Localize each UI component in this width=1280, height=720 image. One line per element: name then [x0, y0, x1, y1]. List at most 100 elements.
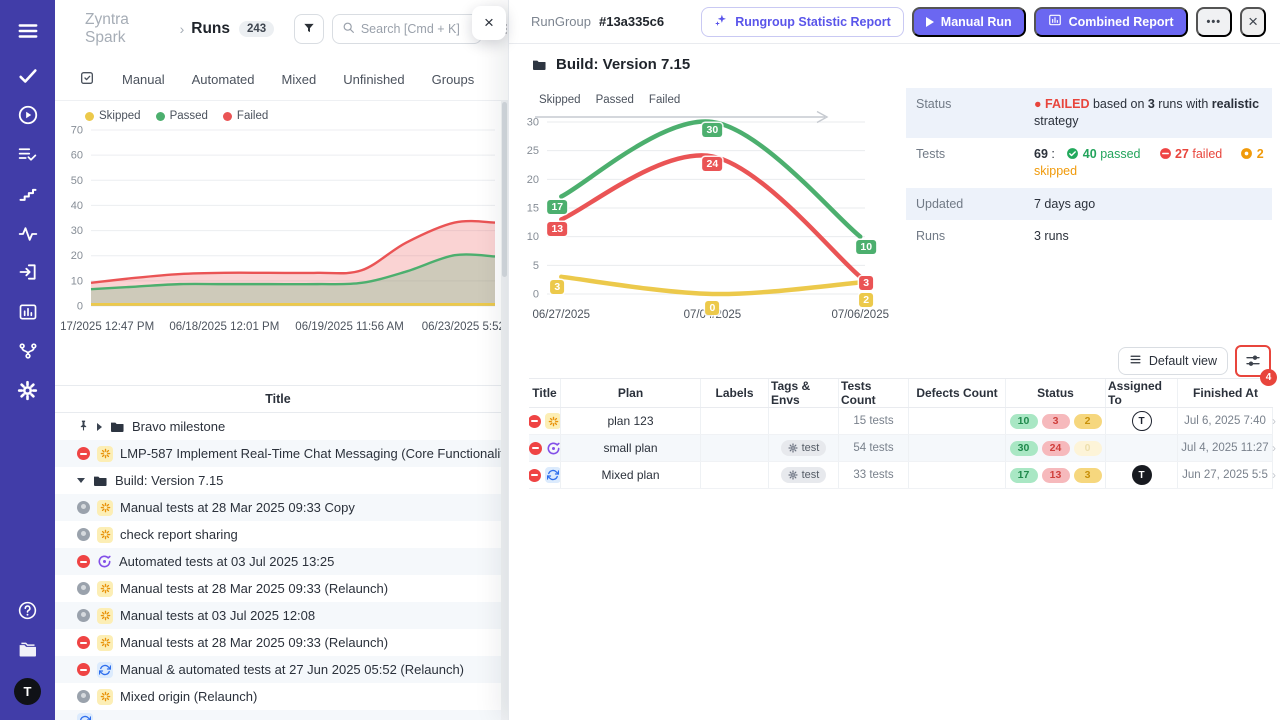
sidebar-item-help[interactable] [10, 596, 46, 630]
breadcrumb-project[interactable]: Zyntra Spark [85, 11, 173, 47]
sidebar-item-reports[interactable] [10, 297, 46, 331]
select-all-icon[interactable] [79, 70, 95, 89]
statistic-report-button[interactable]: Rungroup Statistic Report [701, 7, 904, 37]
column-header[interactable]: Assigned To [1106, 379, 1178, 407]
run-list-item[interactable]: Bravo milestone [55, 413, 501, 440]
default-view-button[interactable]: Default view [1118, 347, 1228, 375]
mixed-run-icon [77, 713, 93, 720]
column-header[interactable]: Finished At [1178, 379, 1273, 407]
tags-cell: test [769, 435, 839, 461]
run-list-item[interactable]: Manual tests at 28 Mar 2025 09:33 (Relau… [55, 629, 501, 656]
sidebar-item-steps[interactable] [10, 179, 46, 213]
manual-run-button[interactable]: Manual Run [912, 7, 1026, 37]
sidebar-item-runs-check[interactable] [10, 61, 46, 95]
tab-automated[interactable]: Automated [192, 72, 255, 87]
status-cell: 1032 [1006, 408, 1106, 434]
plan-name: Mixed plan [601, 468, 659, 482]
failed-status-icon [529, 469, 541, 482]
svg-text:25: 25 [527, 145, 539, 157]
sidebar-item-settings[interactable] [10, 376, 46, 410]
scrollbar-track[interactable] [501, 100, 508, 720]
point-label: 17 [547, 200, 567, 214]
sidebar-item-sign-in[interactable] [10, 257, 46, 291]
legend-item[interactable]: Failed [223, 110, 268, 122]
run-list-item[interactable]: Automated tests at 03 Jul 2025 13:25 [55, 548, 501, 575]
tag-badge[interactable]: test [781, 467, 827, 483]
run-list-item[interactable]: Manual tests at 03 Jul 2025 12:08 [55, 602, 501, 629]
folder-icon [109, 419, 125, 435]
point-label: 10 [856, 240, 876, 254]
failed-status-icon [529, 415, 541, 428]
point-label: 2 [859, 293, 873, 307]
assignee-avatar[interactable]: T [1132, 465, 1152, 485]
drawer-close-button[interactable]: × [472, 6, 506, 40]
neutral-status-icon [77, 690, 90, 703]
mixed-run-icon [97, 662, 113, 678]
run-list-item[interactable]: Build: Version 7.15 [55, 467, 501, 494]
close-drawer-icon[interactable]: × [1240, 7, 1266, 37]
status-pill: 10 [1010, 414, 1038, 429]
legend-item[interactable]: Passed [596, 94, 634, 106]
info-text: 3 [1148, 97, 1155, 111]
table-row[interactable]: small plantest54 tests30240Jul 4, 2025 1… [529, 435, 1273, 462]
column-header[interactable]: Labels [701, 379, 769, 407]
filter-button[interactable] [294, 14, 324, 44]
tag-badge[interactable]: test [781, 440, 827, 456]
svg-text:20: 20 [71, 250, 83, 262]
tab-unfinished[interactable]: Unfinished [343, 72, 404, 87]
search-placeholder: Search [Cmd + K] [361, 22, 460, 36]
column-header[interactable]: Title [529, 379, 561, 407]
sidebar-item-branches[interactable] [10, 336, 46, 370]
status-pill: 30 [1010, 441, 1038, 456]
tab-mixed[interactable]: Mixed [282, 72, 317, 87]
neutral-status-icon [77, 582, 90, 595]
column-settings-button[interactable]: 4 [1238, 347, 1268, 375]
sidebar: T [0, 0, 55, 720]
legend-item[interactable]: Skipped [539, 94, 581, 106]
sidebar-item-play-circle[interactable] [10, 100, 46, 134]
row-chevron-icon[interactable]: › [1272, 468, 1276, 482]
row-chevron-icon[interactable]: › [1272, 441, 1276, 455]
assignee-avatar[interactable]: T [1132, 411, 1152, 431]
run-list-item[interactable]: Manual & automated tests at 27 Jun 2025 … [55, 656, 501, 683]
status-pill: 3 [1074, 468, 1102, 483]
breadcrumb-separator: › [180, 21, 185, 37]
info-value: 7 days ago [1034, 196, 1272, 213]
column-header[interactable]: Status [1006, 379, 1106, 407]
sidebar-item-projects[interactable] [10, 635, 46, 669]
run-list-item[interactable] [55, 710, 501, 720]
chevron-right-icon[interactable] [97, 423, 102, 431]
legend-item[interactable]: Skipped [85, 110, 141, 122]
column-header[interactable]: Tags & Envs [769, 379, 839, 407]
column-header[interactable]: Defects Count [909, 379, 1006, 407]
run-list-item[interactable]: Manual tests at 28 Mar 2025 09:33 Copy [55, 494, 501, 521]
sidebar-avatar[interactable]: T [10, 674, 46, 708]
table-row[interactable]: Mixed plantest33 tests17133TJun 27, 2025… [529, 462, 1273, 489]
chevron-down-icon[interactable] [77, 478, 85, 483]
sidebar-item-menu[interactable] [10, 16, 46, 50]
row-chevron-icon[interactable]: › [1272, 414, 1276, 428]
more-actions-button[interactable]: ••• [1196, 7, 1233, 37]
sidebar-item-test-list[interactable] [10, 140, 46, 174]
legend-label: Failed [237, 110, 268, 122]
run-list-item[interactable]: Mixed origin (Relaunch) [55, 683, 501, 710]
tab-manual[interactable]: Manual [122, 72, 165, 87]
table-row[interactable]: plan 12315 tests1032TJul 6, 2025 7:40› [529, 408, 1273, 435]
info-row-tests: Tests69 : 40 passed 27 failed 2 skipped [906, 138, 1272, 188]
tests-count-cell: 54 tests [839, 435, 909, 461]
info-text: 2 [1253, 147, 1263, 161]
run-list-item[interactable]: Manual tests at 28 Mar 2025 09:33 (Relau… [55, 575, 501, 602]
column-header[interactable]: Tests Count [839, 379, 909, 407]
search-input[interactable]: Search [Cmd + K] [332, 14, 482, 44]
legend-item[interactable]: Passed [156, 110, 208, 122]
combined-report-button[interactable]: Combined Report [1034, 7, 1188, 37]
run-list-item[interactable]: LMP-587 Implement Real-Time Chat Messagi… [55, 440, 501, 467]
tab-groups[interactable]: Groups [432, 72, 475, 87]
point-label: 24 [703, 157, 723, 171]
sidebar-item-activity[interactable] [10, 219, 46, 253]
run-list-item[interactable]: check report sharing [55, 521, 501, 548]
legend-item[interactable]: Failed [649, 94, 680, 106]
column-header[interactable]: Plan [561, 379, 701, 407]
scrollbar-thumb[interactable] [502, 102, 507, 277]
svg-text:06/27/2025: 06/27/2025 [533, 309, 591, 321]
